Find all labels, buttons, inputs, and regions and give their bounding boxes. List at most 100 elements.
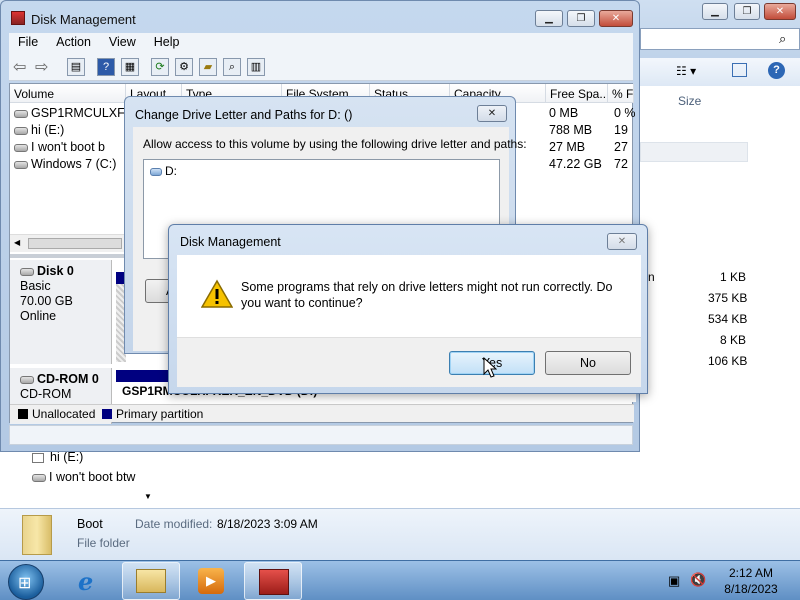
open-folder-icon[interactable]: ▰ — [199, 58, 217, 76]
list-view-icon[interactable]: ▥ — [247, 58, 265, 76]
dialog-message: Some programs that rely on drive letters… — [241, 280, 613, 310]
menu-action[interactable]: Action — [47, 33, 100, 53]
dialog-button-area: Yes No — [177, 337, 641, 387]
taskbar-ie[interactable]: e — [64, 562, 122, 600]
disk-name: Disk 0 — [37, 264, 74, 278]
free-space-cell: 0 MB — [549, 106, 579, 120]
disk-management-app-icon — [11, 11, 25, 25]
disk-state: Online — [20, 309, 57, 323]
help-icon[interactable]: ? — [768, 62, 785, 79]
volume-name: hi (E:) — [31, 123, 65, 137]
drive-path-item[interactable]: D: — [150, 164, 177, 178]
back-icon[interactable]: ⇦ — [13, 57, 26, 77]
disk-type: CD-ROM — [20, 387, 72, 401]
file-size: 106 KB — [708, 354, 748, 368]
primary-swatch — [102, 409, 112, 419]
menu-help[interactable]: Help — [145, 33, 189, 53]
free-space-cell: 788 MB — [549, 123, 593, 137]
toolbox-icon — [259, 569, 289, 595]
refresh-icon[interactable]: ⟳ — [151, 58, 169, 76]
volume-row[interactable]: GSP1RMCULXFRE — [14, 106, 126, 120]
folder-icon — [22, 515, 52, 555]
scroll-left-arrow[interactable]: ◀ — [14, 238, 20, 247]
column-header-volume[interactable]: Volume — [10, 84, 126, 103]
menu-view[interactable]: View — [100, 33, 145, 53]
help-icon[interactable]: ? — [97, 58, 115, 76]
message-area: Some programs that rely on drive letters… — [177, 255, 641, 337]
dialog-close-button[interactable]: ✕ — [607, 233, 637, 250]
dialog-title: Change Drive Letter and Paths for D: () — [135, 108, 353, 122]
file-size: 375 KB — [708, 291, 748, 305]
percent-free-cell: 19 — [614, 123, 628, 137]
start-button[interactable]: ⊞ — [8, 564, 44, 600]
nav-item-hi[interactable]: hi (E:) — [32, 450, 83, 464]
explorer-close-button[interactable]: ✕ — [764, 3, 796, 20]
nav-item-label: I won't boot btw — [49, 470, 136, 484]
disk-name: CD-ROM 0 — [37, 372, 99, 386]
explorer-toolbar: ☷ ▾ ? — [640, 58, 800, 86]
status-bar — [9, 425, 633, 445]
disk-type: Basic — [20, 279, 51, 293]
volume-row[interactable]: hi (E:) — [14, 123, 126, 137]
explorer-search-input[interactable]: ⌕ — [640, 28, 800, 50]
clock[interactable]: 2:12 AM 8/18/2023 — [716, 565, 786, 597]
explorer-maximize-button[interactable]: ❐ — [734, 3, 760, 20]
confirm-dialog: Disk Management ✕ Some programs that rel… — [168, 224, 648, 394]
no-button[interactable]: No — [545, 351, 631, 375]
dialog-close-button[interactable]: ✕ — [477, 105, 507, 122]
settings-icon[interactable]: ⚙ — [175, 58, 193, 76]
taskbar-disk-management[interactable] — [244, 562, 302, 600]
scrollbar-thumb[interactable] — [28, 238, 122, 249]
drive-path-label: D: — [165, 164, 177, 178]
volume-icon — [14, 109, 28, 118]
column-header-free-space[interactable]: Free Spa... — [546, 84, 608, 103]
file-size: 8 KB — [720, 333, 747, 347]
unallocated-swatch — [18, 409, 28, 419]
clock-time: 2:12 AM — [728, 566, 774, 580]
volume-muted-icon[interactable]: 🔇 — [690, 572, 706, 588]
drive-icon — [32, 452, 44, 463]
horizontal-scrollbar[interactable]: ◀ — [10, 234, 126, 252]
find-icon[interactable]: ⌕ — [223, 58, 241, 76]
disk-0-label[interactable]: Disk 0 Basic 70.00 GB Online — [10, 260, 112, 364]
drive-icon — [32, 473, 46, 482]
view-options-icon[interactable]: ☷ ▾ — [676, 64, 696, 78]
column-header-percent-free[interactable]: % F — [608, 84, 634, 103]
file-size: 1 KB — [720, 270, 747, 284]
internet-explorer-icon: e — [78, 567, 94, 596]
search-icon: ⌕ — [779, 31, 787, 46]
scroll-down-arrow[interactable]: ▼ — [144, 492, 152, 501]
size-column-header[interactable]: Size — [678, 94, 701, 108]
dialog-title: Disk Management — [180, 235, 281, 249]
volume-icon — [14, 160, 28, 169]
close-button[interactable]: ✕ — [599, 10, 633, 27]
console-tree-icon[interactable]: ▤ — [67, 58, 85, 76]
volume-row[interactable]: I won't boot b — [14, 140, 126, 154]
properties-icon[interactable]: ▦ — [121, 58, 139, 76]
taskbar-media-player[interactable]: ▶ — [182, 562, 240, 600]
percent-free-cell: 72 — [614, 157, 628, 171]
taskbar-explorer[interactable] — [122, 562, 180, 600]
explorer-file-list: Size n 1 KB 375 KB 534 KB 8 KB 106 KB — [640, 86, 800, 506]
selected-file-row[interactable] — [640, 142, 748, 162]
volume-row[interactable]: Windows 7 (C:) — [14, 157, 126, 171]
preview-pane-icon[interactable] — [732, 63, 747, 77]
nav-item-boot[interactable]: I won't boot btw — [32, 470, 135, 484]
free-space-cell: 27 MB — [549, 140, 586, 154]
minimize-button[interactable]: ▁ — [535, 10, 563, 27]
forward-icon[interactable]: ⇨ — [35, 57, 48, 77]
volume-name: GSP1RMCULXFRE — [31, 106, 126, 120]
windows-logo-icon: ⊞ — [18, 575, 32, 592]
date-modified-label: Date modified: — [135, 517, 213, 531]
file-size: 534 KB — [708, 312, 748, 326]
window-title: Disk Management — [31, 12, 136, 27]
menu-file[interactable]: File — [9, 33, 47, 53]
maximize-button[interactable]: ❐ — [567, 10, 595, 27]
explorer-minimize-button[interactable]: ▁ — [702, 3, 728, 20]
network-icon[interactable]: ▣ — [668, 573, 680, 589]
disk-icon — [20, 267, 34, 276]
legend: Unallocated Primary partition — [10, 404, 634, 422]
free-space-cell: 47.22 GB — [549, 157, 602, 171]
volume-icon — [14, 126, 28, 135]
details-name: Boot — [77, 517, 103, 531]
